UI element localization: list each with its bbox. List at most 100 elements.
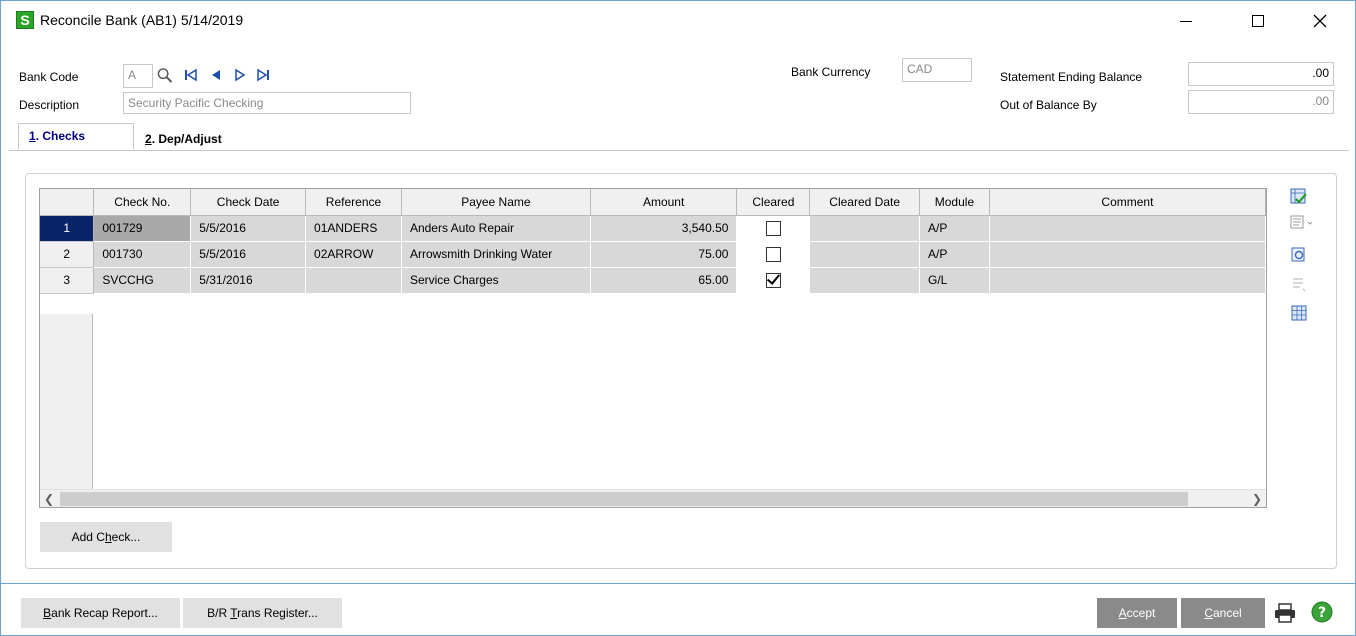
title-bar: S Reconcile Bank (AB1) 5/14/2019 (1, 1, 1355, 41)
statement-ending-balance-input[interactable]: .00 (1188, 62, 1334, 86)
list-options-icon[interactable] (1290, 214, 1313, 232)
tab-checks[interactable]: 1. Checks (18, 123, 134, 149)
checks-tab-panel: Check No. Check Date Reference Payee Nam… (9, 150, 1349, 586)
cancel-text: ancel (1212, 606, 1242, 620)
cancel-button[interactable]: Cancel (1181, 598, 1265, 628)
tab-dep-adjust-label: . Dep/Adjust (151, 132, 222, 146)
cleared-cell[interactable] (736, 267, 811, 294)
comment-cell[interactable] (989, 267, 1266, 294)
bank-currency-input: CAD (902, 58, 972, 82)
close-icon (1313, 14, 1327, 28)
cleared-checkbox[interactable] (765, 246, 781, 262)
column-header[interactable]: Reference (305, 189, 402, 216)
module-cell[interactable]: A/P (919, 241, 990, 268)
description-label: Description (19, 98, 80, 112)
footer-divider (1, 583, 1355, 584)
payee-name-cell[interactable]: Anders Auto Repair (401, 215, 591, 242)
column-header[interactable]: Check No. (93, 189, 192, 216)
amount-cell[interactable]: 65.00 (590, 267, 738, 294)
accept-text: ccept (1126, 606, 1156, 620)
cleared-cell[interactable] (736, 241, 811, 268)
row-number[interactable]: 2 (40, 241, 95, 268)
check-no-cell[interactable]: 001730 (93, 241, 192, 268)
comment-cell[interactable] (989, 241, 1266, 268)
out-of-balance-label: Out of Balance By (1000, 98, 1097, 112)
tab-dep-adjust-key: 2 (145, 132, 152, 146)
minimize-button[interactable] (1163, 7, 1209, 35)
comment-cell[interactable] (989, 215, 1266, 242)
close-button[interactable] (1297, 7, 1343, 35)
column-header[interactable]: Amount (590, 189, 738, 216)
cleared-cell[interactable] (736, 215, 811, 242)
reference-cell[interactable]: 01ANDERS (305, 215, 402, 242)
amount-cell[interactable]: 75.00 (590, 241, 738, 268)
cleared-checkbox[interactable] (765, 272, 781, 288)
module-cell[interactable]: A/P (919, 215, 990, 242)
maximize-icon (1252, 15, 1264, 27)
svg-text:?: ? (1318, 605, 1326, 621)
payee-name-cell[interactable]: Arrowsmith Drinking Water (401, 241, 591, 268)
cleared-date-cell[interactable] (809, 215, 921, 242)
row-number[interactable]: 3 (40, 267, 95, 294)
bank-code-input[interactable]: A (123, 64, 153, 88)
help-icon[interactable]: ? (1311, 601, 1333, 623)
reference-cell[interactable] (305, 267, 402, 294)
cleared-date-cell[interactable] (809, 241, 921, 268)
clear-all-icon[interactable] (1290, 188, 1308, 206)
column-header[interactable]: Module (919, 189, 990, 216)
tab-checks-key: 1 (29, 129, 36, 143)
notes-icon[interactable] (1290, 276, 1308, 294)
check-no-cell[interactable]: 001729 (93, 215, 192, 242)
accept-button[interactable]: Accept (1097, 598, 1177, 628)
bank-recap-hotkey: B (43, 606, 52, 620)
table-row[interactable]: 1 001729 5/5/2016 01ANDERS Anders Auto R… (40, 215, 1266, 242)
grid-layout-icon[interactable] (1290, 304, 1308, 322)
scroll-left-icon[interactable]: ❮ (40, 490, 58, 507)
sage-logo-icon: S (16, 11, 34, 29)
scrollbar-thumb[interactable] (60, 492, 1188, 506)
cleared-checkbox[interactable] (765, 220, 781, 236)
check-date-cell[interactable]: 5/5/2016 (190, 241, 307, 268)
checks-grid[interactable]: Check No. Check Date Reference Payee Nam… (39, 188, 1267, 508)
column-header[interactable]: Cleared Date (809, 189, 921, 216)
column-header[interactable]: Check Date (190, 189, 307, 216)
maximize-button[interactable] (1235, 7, 1281, 35)
cleared-date-cell[interactable] (809, 267, 921, 294)
payee-name-cell[interactable]: Service Charges (401, 267, 591, 294)
checks-group-box: Check No. Check Date Reference Payee Nam… (25, 173, 1337, 569)
description-input[interactable]: Security Pacific Checking (123, 92, 411, 114)
grid-header-row: Check No. Check Date Reference Payee Nam… (40, 189, 1266, 216)
out-of-balance-value: .00 (1188, 90, 1334, 114)
br-trans-register-button[interactable]: B/R Trans Register... (183, 598, 342, 628)
reference-cell[interactable]: 02ARROW (305, 241, 402, 268)
bank-currency-label: Bank Currency (791, 65, 871, 79)
column-header[interactable]: Comment (989, 189, 1266, 216)
check-date-cell[interactable]: 5/5/2016 (190, 215, 307, 242)
check-no-cell[interactable]: SVCCHG (93, 267, 192, 294)
add-check-text-1: Add C (71, 530, 105, 544)
check-date-cell[interactable]: 5/31/2016 (190, 267, 307, 294)
bank-recap-report-button[interactable]: Bank Recap Report... (21, 598, 180, 628)
first-record-icon[interactable] (183, 67, 199, 83)
statement-ending-balance-label: Statement Ending Balance (1000, 70, 1143, 84)
module-cell[interactable]: G/L (919, 267, 990, 294)
column-header[interactable]: Payee Name (401, 189, 591, 216)
scroll-right-icon[interactable]: ❯ (1248, 490, 1266, 507)
add-check-button[interactable]: Add Check... (40, 522, 172, 552)
reconcile-bank-window: S Reconcile Bank (AB1) 5/14/2019 Bank Co… (0, 0, 1356, 636)
previous-record-icon[interactable] (208, 67, 224, 83)
br-trans-text-1: B/R (207, 606, 231, 620)
amount-cell[interactable]: 3,540.50 (590, 215, 738, 242)
last-record-icon[interactable] (255, 67, 271, 83)
minimize-icon (1180, 20, 1192, 22)
table-row[interactable]: 2 001730 5/5/2016 02ARROW Arrowsmith Dri… (40, 241, 1266, 268)
table-row[interactable]: 3 SVCCHG 5/31/2016 Service Charges 65.00… (40, 267, 1266, 294)
zoom-record-icon[interactable] (1290, 246, 1308, 264)
horizontal-scrollbar[interactable]: ❮ ❯ (40, 489, 1266, 507)
br-trans-text-2: rans Register... (237, 606, 318, 620)
row-number[interactable]: 1 (40, 215, 95, 242)
magnifier-icon[interactable] (157, 67, 173, 83)
next-record-icon[interactable] (232, 67, 248, 83)
column-header[interactable]: Cleared (736, 189, 811, 216)
printer-icon[interactable] (1274, 603, 1296, 623)
